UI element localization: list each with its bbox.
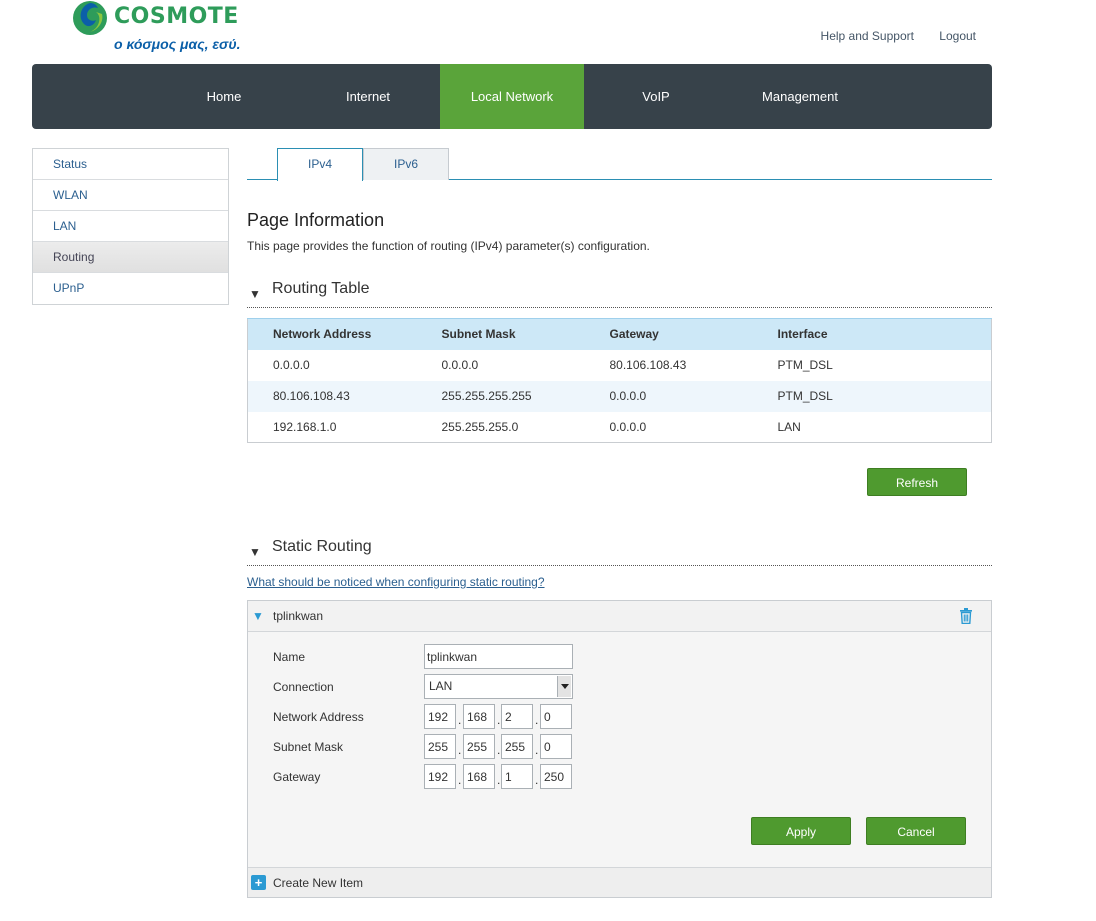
sidebar-item-status[interactable]: Status bbox=[33, 149, 228, 180]
ip-octet-input[interactable] bbox=[463, 734, 495, 759]
ip-octet-input[interactable] bbox=[540, 734, 572, 759]
brand-slogan: ο κόσμος μας, εσύ. bbox=[114, 36, 241, 52]
routing-table-title: Routing Table bbox=[272, 280, 370, 297]
collapse-triangle-icon: ▼ bbox=[249, 287, 261, 301]
table-cell: 0.0.0.0 bbox=[273, 358, 310, 372]
table-cell: 0.0.0.0 bbox=[584, 380, 753, 412]
sidebar: Status WLAN LAN Routing UPnP bbox=[32, 148, 229, 305]
protocol-tabs: IPv4 IPv6 bbox=[247, 148, 992, 181]
column-header: Subnet Mask bbox=[416, 318, 585, 350]
connection-label: Connection bbox=[273, 680, 334, 694]
routing-table-section-header[interactable]: ▼ Routing Table bbox=[247, 278, 992, 308]
ip-octet-input[interactable] bbox=[424, 734, 456, 759]
page-description: This page provides the function of routi… bbox=[247, 239, 650, 253]
gateway-label: Gateway bbox=[273, 770, 321, 784]
table-cell: 255.255.255.255 bbox=[416, 380, 585, 412]
table-row: 80.106.108.43 255.255.255.255 0.0.0.0 PT… bbox=[247, 380, 992, 412]
static-routing-title: Static Routing bbox=[272, 538, 372, 555]
cosmote-logo: COSMOTE ο κόσμος μας, εσύ. bbox=[72, 0, 242, 56]
table-cell: 80.106.108.43 bbox=[609, 358, 687, 372]
sidebar-item-wlan[interactable]: WLAN bbox=[33, 180, 228, 211]
table-cell: 0.0.0.0 bbox=[441, 358, 479, 372]
create-new-item-label: Create New Item bbox=[273, 876, 364, 890]
table-row: 0.0.0.0 0.0.0.0 80.106.108.43 PTM_DSL bbox=[248, 350, 992, 381]
cosmote-logo-icon bbox=[73, 1, 107, 35]
static-routing-help-link[interactable]: What should be noticed when configuring … bbox=[247, 575, 545, 589]
ip-octet-input[interactable] bbox=[424, 764, 456, 789]
main-content: IPv4 IPv6 Page Information This page pro… bbox=[247, 148, 992, 898]
ip-octet-input[interactable] bbox=[463, 764, 495, 789]
page-title: Page Information bbox=[247, 210, 385, 230]
ip-octet-input[interactable] bbox=[424, 704, 456, 729]
name-input[interactable] bbox=[424, 644, 573, 669]
connection-selected-value: LAN bbox=[429, 679, 453, 693]
nav-home[interactable]: Home bbox=[152, 64, 296, 129]
ip-octet-input[interactable] bbox=[501, 734, 533, 759]
chevron-down-icon bbox=[557, 676, 571, 697]
name-label: Name bbox=[273, 650, 306, 664]
help-and-support-link[interactable]: Help and Support bbox=[821, 29, 914, 43]
routing-table: Network Address Subnet Mask Gateway Inte… bbox=[247, 318, 992, 443]
entry-header[interactable]: ▼ tplinkwan bbox=[248, 601, 991, 632]
column-header: Interface bbox=[752, 318, 992, 350]
brand-name: COSMOTE bbox=[114, 4, 239, 29]
nav-management[interactable]: Management bbox=[728, 64, 872, 129]
nav-voip[interactable]: VoIP bbox=[584, 64, 728, 129]
tab-ipv4[interactable]: IPv4 bbox=[277, 148, 363, 181]
main-nav: Home Internet Local Network VoIP Managem… bbox=[32, 64, 992, 129]
trash-icon[interactable] bbox=[959, 608, 973, 624]
sidebar-item-lan[interactable]: LAN bbox=[33, 211, 228, 242]
ip-octet-input[interactable] bbox=[501, 704, 533, 729]
ip-octet-input[interactable] bbox=[463, 704, 495, 729]
table-cell: PTM_DSL bbox=[752, 380, 992, 412]
connection-select[interactable]: LAN bbox=[424, 674, 573, 699]
entry-name: tplinkwan bbox=[273, 609, 324, 623]
table-row: 192.168.1.0 255.255.255.0 0.0.0.0 LAN bbox=[248, 412, 992, 443]
tab-ipv6[interactable]: IPv6 bbox=[363, 148, 449, 180]
nav-local-network[interactable]: Local Network bbox=[440, 64, 584, 129]
sidebar-item-routing[interactable]: Routing bbox=[33, 242, 228, 273]
column-header: Gateway bbox=[584, 318, 753, 350]
subnet-mask-label: Subnet Mask bbox=[273, 740, 344, 754]
top-links: Help and Support Logout bbox=[799, 29, 976, 43]
static-routing-section-header[interactable]: ▼ Static Routing bbox=[247, 536, 992, 566]
table-cell: PTM_DSL bbox=[777, 358, 833, 372]
table-cell: 80.106.108.43 bbox=[247, 380, 417, 412]
table-cell: 255.255.255.0 bbox=[441, 419, 519, 434]
cancel-button[interactable]: Cancel bbox=[866, 817, 966, 845]
nav-internet[interactable]: Internet bbox=[296, 64, 440, 129]
create-new-item-bar[interactable]: + Create New Item bbox=[248, 867, 991, 897]
network-address-label: Network Address bbox=[273, 710, 364, 724]
collapse-triangle-icon: ▼ bbox=[249, 545, 261, 559]
expand-triangle-icon[interactable]: ▼ bbox=[252, 609, 264, 623]
table-cell: 192.168.1.0 bbox=[273, 419, 337, 434]
static-route-entry: ▼ tplinkwan Name Connection LAN Network … bbox=[247, 600, 992, 898]
ip-octet-input[interactable] bbox=[540, 764, 572, 789]
table-cell: LAN bbox=[777, 419, 801, 434]
refresh-button[interactable]: Refresh bbox=[867, 468, 967, 496]
logout-link[interactable]: Logout bbox=[939, 29, 976, 43]
sidebar-item-upnp[interactable]: UPnP bbox=[33, 273, 228, 304]
plus-icon[interactable]: + bbox=[251, 875, 266, 890]
column-header: Network Address bbox=[247, 318, 417, 350]
table-cell: 0.0.0.0 bbox=[609, 419, 647, 434]
apply-button[interactable]: Apply bbox=[751, 817, 851, 845]
ip-octet-input[interactable] bbox=[540, 704, 572, 729]
table-header-row: Network Address Subnet Mask Gateway Inte… bbox=[247, 318, 992, 350]
ip-octet-input[interactable] bbox=[501, 764, 533, 789]
